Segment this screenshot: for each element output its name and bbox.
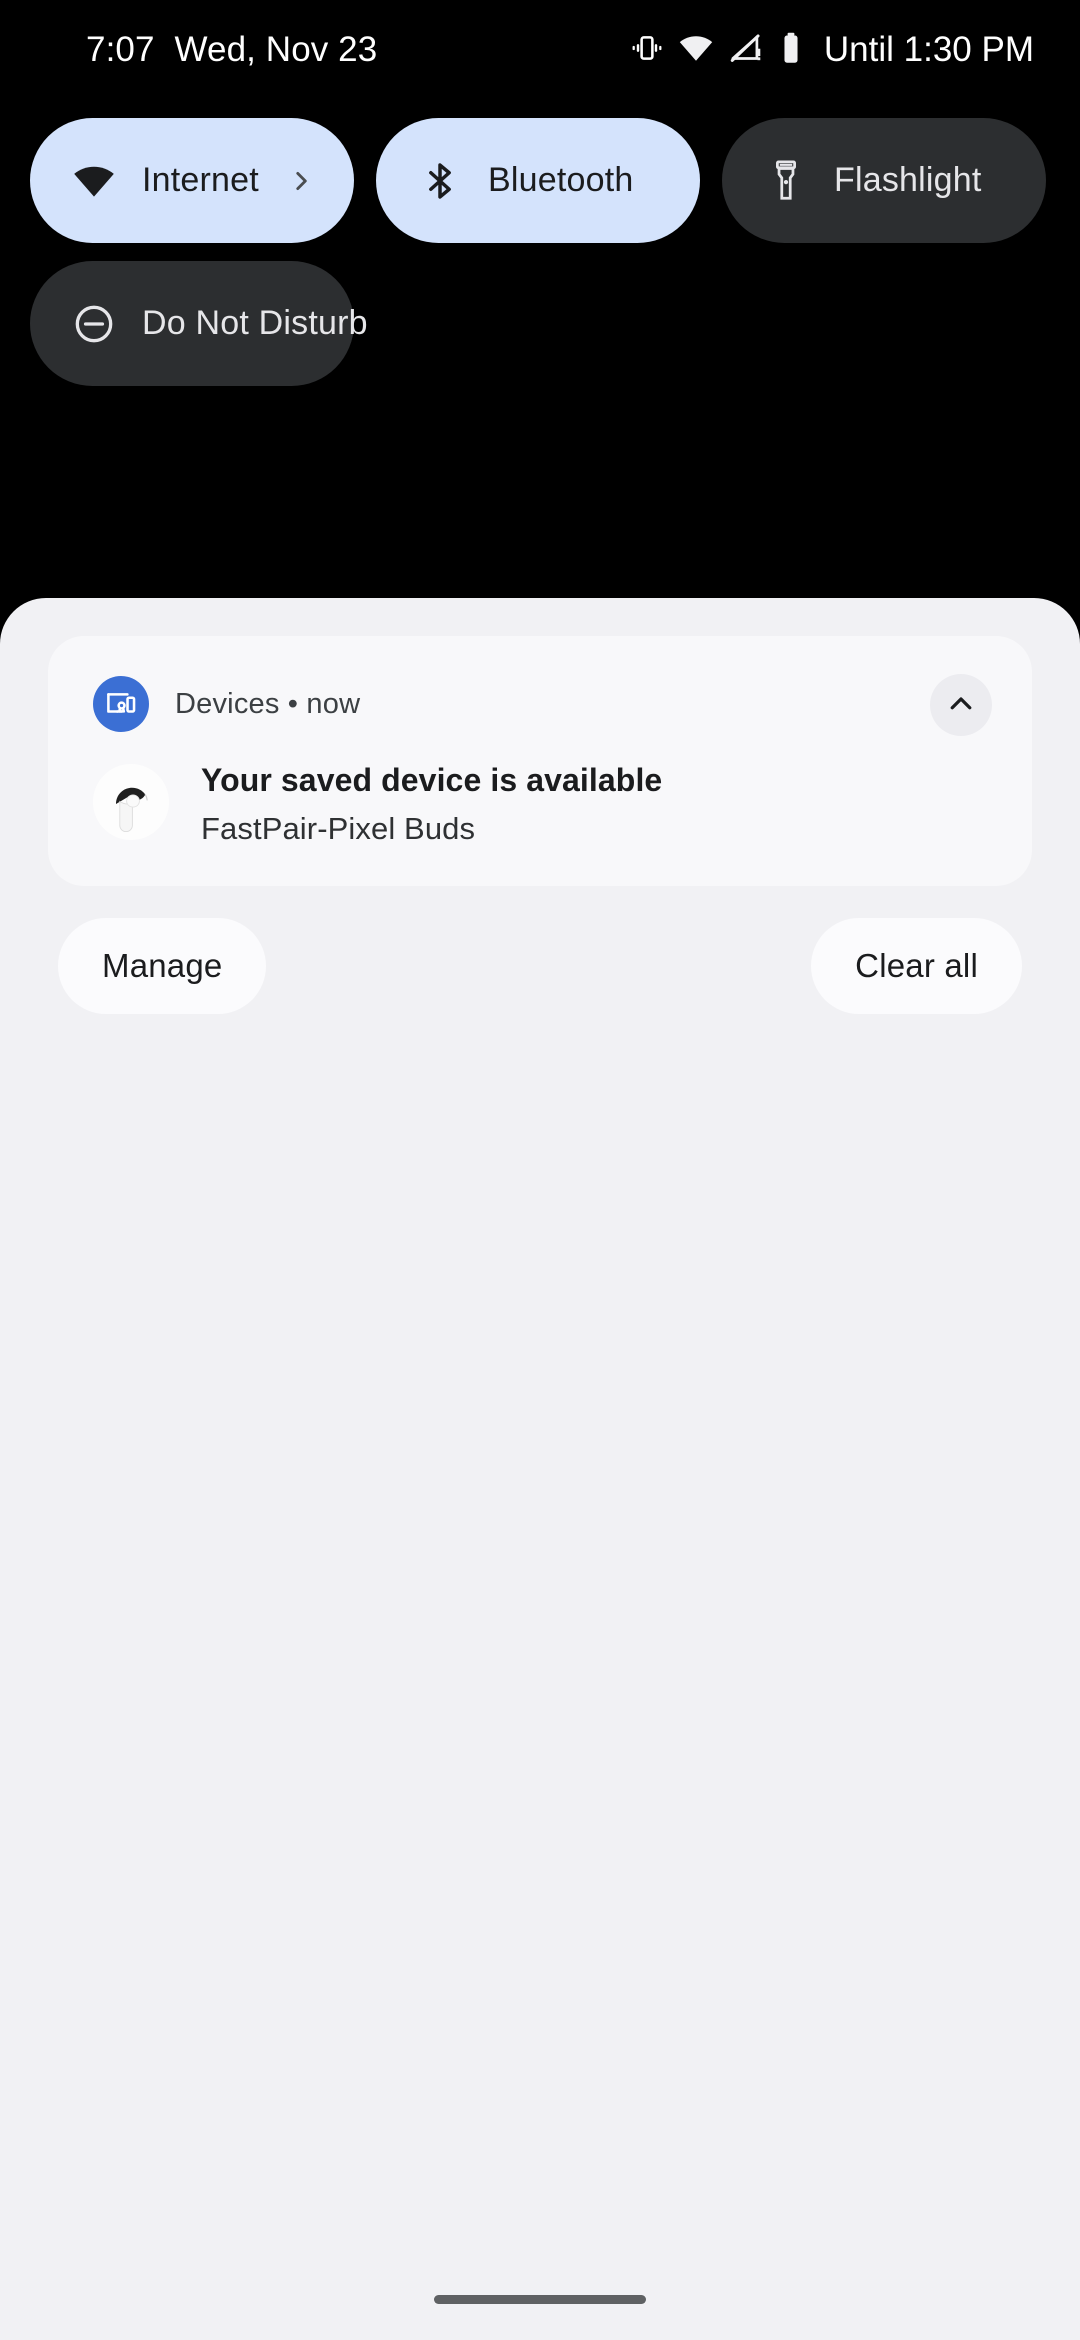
notification-header: Devices • now <box>93 674 992 736</box>
no-sim-signal-icon <box>728 31 762 70</box>
qs-tile-label: Flashlight <box>834 161 982 199</box>
qs-tile-label: Bluetooth <box>488 161 634 199</box>
notification-body: Your saved device is available FastPair-… <box>93 760 987 849</box>
notification-shade: Devices • now Your saved device is avail… <box>0 598 1080 2340</box>
chevron-up-icon <box>946 689 976 722</box>
bluetooth-icon <box>418 159 462 203</box>
status-bar-left: 7:07 Wed, Nov 23 <box>86 30 377 70</box>
home-indicator[interactable] <box>434 2295 646 2304</box>
qs-tile-bluetooth[interactable]: Bluetooth <box>376 118 700 243</box>
qs-tile-internet[interactable]: Internet <box>30 118 354 243</box>
status-clock: 7:07 <box>86 30 155 69</box>
notification-source-line: Devices • now <box>175 687 361 720</box>
notification-card[interactable]: Devices • now Your saved device is avail… <box>48 636 1032 886</box>
notification-title: Your saved device is available <box>201 762 663 798</box>
vibrate-icon <box>630 31 664 70</box>
qs-tile-label: Internet <box>142 161 259 199</box>
manage-button[interactable]: Manage <box>58 918 267 1014</box>
flashlight-icon <box>764 159 808 203</box>
quick-settings-grid: Internet Bluetooth Flashlight Do Not Dis… <box>0 118 1080 386</box>
status-bar: 7:07 Wed, Nov 23 Until 1:30 PM <box>0 0 1080 100</box>
notification-text-block: Your saved device is available FastPair-… <box>201 760 662 849</box>
wifi-icon <box>678 30 714 71</box>
shade-action-row: Manage Clear all <box>58 918 1022 1014</box>
wifi-icon <box>72 159 116 203</box>
chevron-right-icon[interactable] <box>288 168 314 194</box>
status-bar-right: Until 1:30 PM <box>630 30 1034 71</box>
status-date: Wed, Nov 23 <box>174 30 378 69</box>
battery-icon <box>776 31 806 70</box>
clear-all-button[interactable]: Clear all <box>811 918 1022 1014</box>
dnd-until-label: Until 1:30 PM <box>823 30 1034 69</box>
pixel-buds-image <box>93 764 169 840</box>
qs-tile-label: Do Not Disturb <box>142 304 368 342</box>
qs-tile-flashlight[interactable]: Flashlight <box>722 118 1046 243</box>
notification-collapse-button[interactable] <box>930 674 992 736</box>
do-not-disturb-icon <box>72 302 116 346</box>
qs-tile-do-not-disturb[interactable]: Do Not Disturb <box>30 261 368 386</box>
devices-icon <box>93 676 149 732</box>
notification-subtitle: FastPair-Pixel Buds <box>201 811 476 846</box>
